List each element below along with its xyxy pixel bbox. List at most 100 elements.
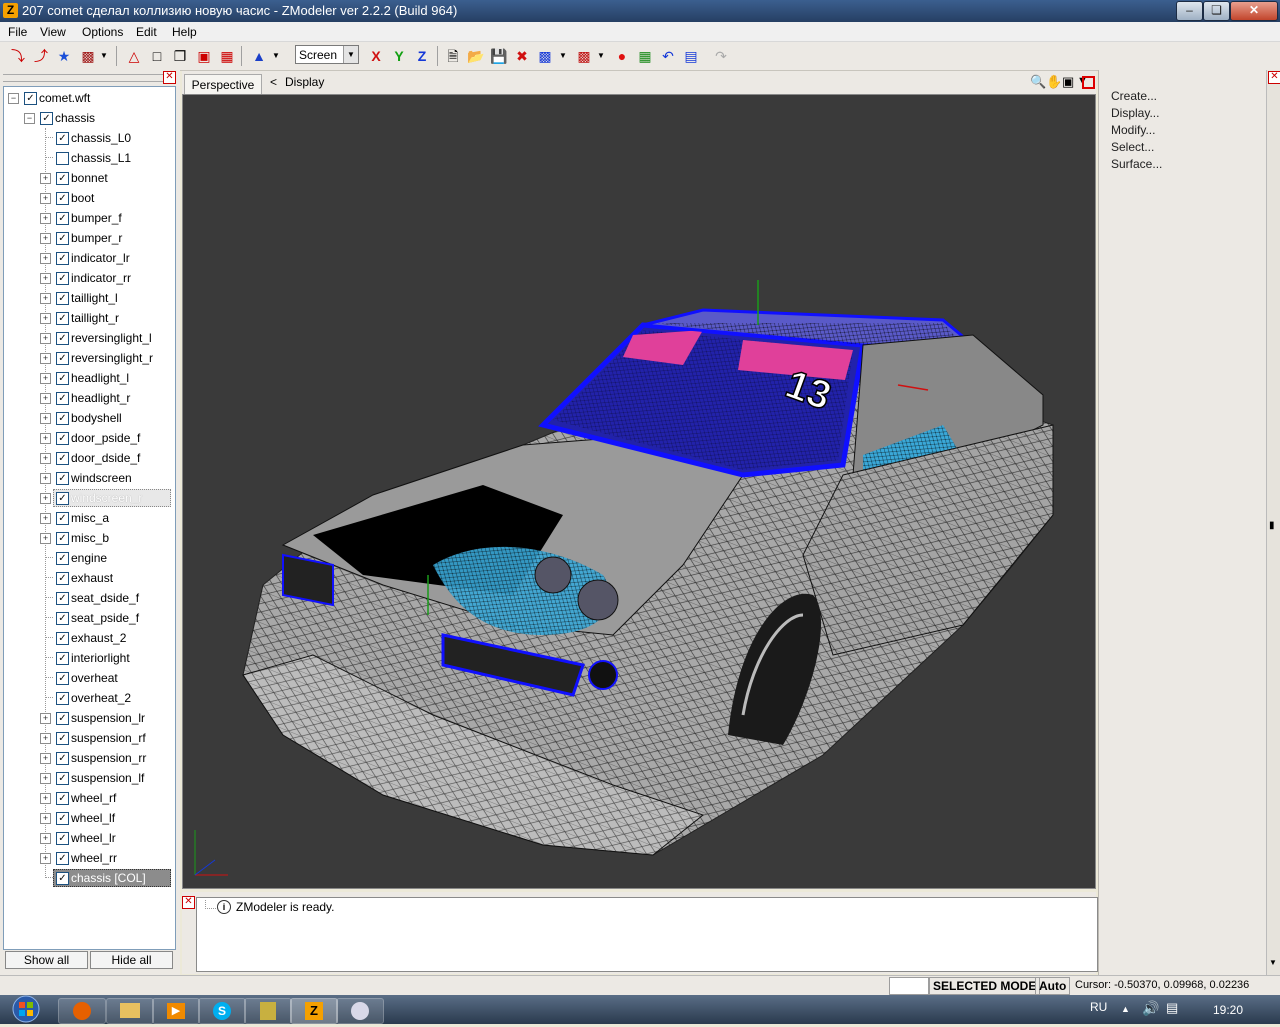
tree-item[interactable]: + ✓ indicator_lr — [4, 248, 175, 268]
visibility-checkbox[interactable]: ✓ — [56, 172, 69, 185]
expand-icon[interactable]: + — [40, 253, 51, 264]
tree-item[interactable]: + ✓ headlight_l — [4, 368, 175, 388]
dropdown-arrow-icon[interactable]: ▼ — [596, 46, 606, 66]
log-output[interactable]: i ZModeler is ready. — [196, 897, 1098, 972]
tree-item[interactable]: + ✓ misc_b — [4, 528, 175, 548]
visibility-checkbox[interactable]: ✓ — [56, 492, 69, 505]
tree-item[interactable]: + ✓ wheel_rf — [4, 788, 175, 808]
visibility-checkbox[interactable]: ✓ — [56, 572, 69, 585]
axis-x-toggle[interactable]: X — [366, 46, 386, 66]
coord-space-select[interactable]: Screen ▼ — [295, 45, 359, 64]
visibility-checkbox[interactable]: ✓ — [56, 272, 69, 285]
tree-item[interactable]: ✓ exhaust — [4, 568, 175, 588]
menu-options[interactable]: Options — [82, 25, 123, 39]
tree-item[interactable]: ✓ overheat_2 — [4, 688, 175, 708]
show-all-button[interactable]: Show all — [5, 951, 88, 969]
tree-item[interactable]: + ✓ reversinglight_l — [4, 328, 175, 348]
select-link[interactable]: Select... — [1111, 140, 1154, 154]
language-indicator[interactable]: RU — [1090, 1000, 1107, 1014]
redo-icon[interactable]: ↷ — [711, 46, 731, 66]
visibility-checkbox[interactable]: ✓ — [56, 552, 69, 565]
expand-icon[interactable]: + — [40, 213, 51, 224]
tree-item[interactable]: ✓ engine — [4, 548, 175, 568]
visibility-checkbox[interactable]: ✓ — [56, 472, 69, 485]
maximize-viewport-icon[interactable] — [1082, 76, 1095, 89]
taskbar-paint[interactable] — [336, 998, 384, 1024]
tree-item[interactable]: + ✓ suspension_rr — [4, 748, 175, 768]
tree-item[interactable]: + ✓ wheel_lr — [4, 828, 175, 848]
clock[interactable]: 19:20 — [1213, 1003, 1243, 1017]
pick-icon[interactable]: ⤴ — [31, 46, 51, 66]
visibility-checkbox[interactable]: ✓ — [56, 632, 69, 645]
expand-icon[interactable]: + — [40, 273, 51, 284]
3d-viewport[interactable]: 13 — [182, 94, 1096, 889]
pointer-icon[interactable]: ▲ — [249, 46, 269, 66]
network-icon[interactable]: ▤ — [1166, 1000, 1178, 1016]
surface-link[interactable]: Surface... — [1111, 157, 1162, 171]
visibility-checkbox[interactable]: ✓ — [56, 392, 69, 405]
tree-item[interactable]: + ✓ boot — [4, 188, 175, 208]
taskbar-explorer[interactable] — [106, 998, 154, 1024]
figure-icon[interactable]: ★ — [54, 46, 74, 66]
surface-mode-icon[interactable]: ▣ — [194, 46, 214, 66]
visibility-checkbox[interactable]: ✓ — [56, 212, 69, 225]
visibility-checkbox[interactable]: ✓ — [56, 312, 69, 325]
close-panel-icon[interactable]: ✕ — [1268, 71, 1280, 84]
axis-z-toggle[interactable]: Z — [412, 46, 432, 66]
tree-root[interactable]: − ✓ comet.wft — [4, 88, 175, 108]
volume-icon[interactable]: 🔊 — [1142, 1000, 1159, 1017]
menu-edit[interactable]: Edit — [136, 25, 157, 39]
start-button[interactable] — [4, 994, 48, 1024]
expand-icon[interactable]: + — [40, 513, 51, 524]
visibility-checkbox[interactable]: ✓ — [56, 332, 69, 345]
visibility-checkbox[interactable] — [56, 152, 69, 165]
expand-icon[interactable]: + — [40, 333, 51, 344]
tree-item[interactable]: ✓ interiorlight — [4, 648, 175, 668]
expand-icon[interactable]: + — [40, 413, 51, 424]
visibility-checkbox[interactable]: ✓ — [56, 672, 69, 685]
visibility-checkbox[interactable]: ✓ — [56, 792, 69, 805]
expand-icon[interactable]: + — [40, 433, 51, 444]
expand-icon[interactable]: + — [40, 293, 51, 304]
tray-expand-icon[interactable]: ▲ — [1121, 1004, 1130, 1014]
tree-item[interactable]: + ✓ reversinglight_r — [4, 348, 175, 368]
visibility-checkbox[interactable]: ✓ — [56, 192, 69, 205]
object-tree[interactable]: − ✓ comet.wft − ✓ chassis ✓ chassis_L0 chassis_L… — [3, 86, 176, 950]
expand-icon[interactable]: + — [40, 373, 51, 384]
expand-icon[interactable]: + — [40, 713, 51, 724]
expand-icon[interactable]: + — [40, 733, 51, 744]
visibility-checkbox[interactable]: ✓ — [56, 832, 69, 845]
tree-item[interactable]: + ✓ wheel_lf — [4, 808, 175, 828]
tree-item[interactable]: + ✓ misc_a — [4, 508, 175, 528]
expand-icon[interactable]: + — [40, 753, 51, 764]
taskbar-skype[interactable]: S — [198, 998, 246, 1024]
modify-link[interactable]: Modify... — [1111, 123, 1155, 137]
tree-item[interactable]: ✓ seat_pside_f — [4, 608, 175, 628]
dropdown-arrow-icon[interactable]: ▼ — [271, 46, 281, 66]
open-folder-icon[interactable]: 📂 — [466, 46, 486, 66]
tree-item[interactable]: chassis_L1 — [4, 148, 175, 168]
visibility-checkbox[interactable]: ✓ — [40, 112, 53, 125]
expand-icon[interactable]: + — [40, 393, 51, 404]
expand-icon[interactable]: + — [40, 473, 51, 484]
undo-icon[interactable]: ↶ — [658, 46, 678, 66]
zmodeler-app-icon[interactable]: Z — [3, 3, 18, 18]
tree-item[interactable]: ✓ exhaust_2 — [4, 628, 175, 648]
visibility-checkbox[interactable]: ✓ — [56, 252, 69, 265]
select-arrow-icon[interactable]: ⤵ — [8, 46, 28, 66]
expand-icon[interactable]: + — [40, 773, 51, 784]
tree-item[interactable]: + ✓ indicator_rr — [4, 268, 175, 288]
expand-icon[interactable]: + — [40, 353, 51, 364]
visibility-checkbox[interactable]: ✓ — [56, 132, 69, 145]
save-icon[interactable]: 💾 — [489, 46, 509, 66]
tree-item[interactable]: + ✓ bumper_r — [4, 228, 175, 248]
close-button[interactable]: ✕ — [1230, 1, 1278, 21]
tree-item[interactable]: + ✓ windscreen_r — [4, 488, 175, 508]
minimize-button[interactable]: – — [1176, 1, 1203, 21]
group-icon[interactable]: ▩ — [78, 46, 98, 66]
menu-help[interactable]: Help — [172, 25, 197, 39]
visibility-checkbox[interactable]: ✓ — [56, 372, 69, 385]
import-icon[interactable]: ▩ — [535, 46, 555, 66]
breadcrumb-display[interactable]: Display — [285, 75, 324, 89]
tree-item[interactable]: + ✓ bumper_f — [4, 208, 175, 228]
